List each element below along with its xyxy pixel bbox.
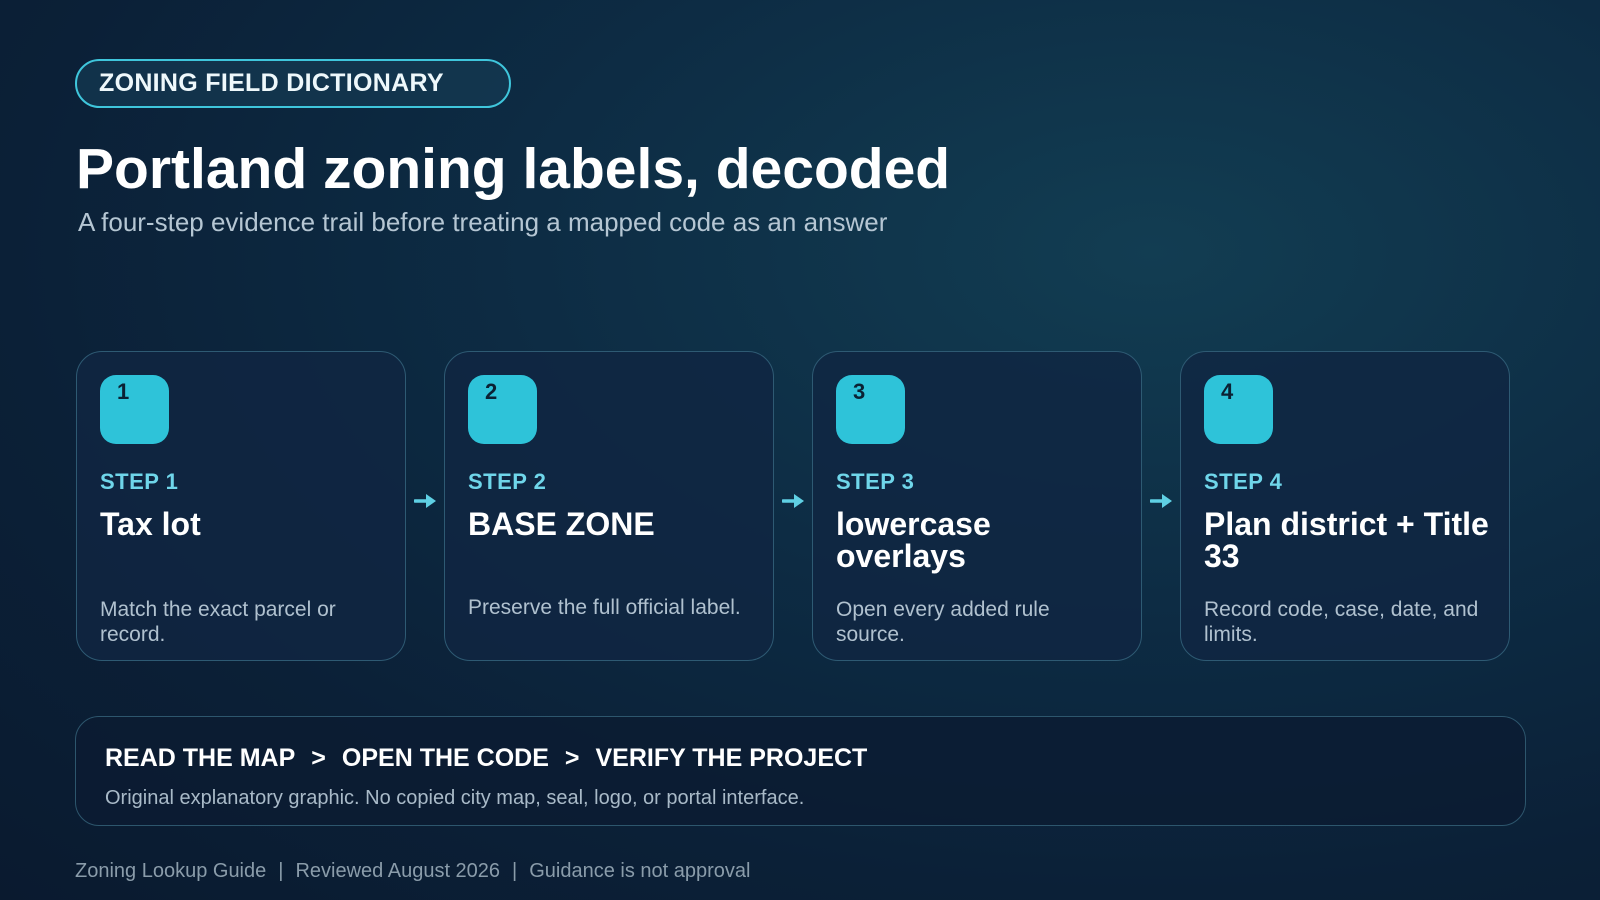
flow-separator: > [311, 744, 326, 772]
page-subtitle: A four-step evidence trail before treati… [78, 207, 888, 237]
page-title: Portland zoning labels, decoded [76, 137, 951, 201]
flow-item-open-code: OPEN THE CODE [341, 744, 549, 772]
footer: Zoning Lookup Guide | Reviewed August 2026… [75, 860, 751, 883]
flow-item-verify-project: VERIFY THE PROJECT [595, 744, 868, 772]
step-card-4: 4 STEP 4 Plan district + Title 33 Record… [1180, 351, 1510, 661]
arrow-right-icon [414, 494, 436, 508]
step-number: 4 [1221, 379, 1234, 404]
step-description: Open every added rule source. [836, 598, 1050, 646]
step-label: STEP 2 [468, 469, 547, 494]
step-card-2: 2 STEP 2 BASE ZONE Preserve the full off… [444, 351, 774, 661]
footer-reviewed-date: Reviewed August 2026 [295, 860, 501, 882]
section-pill: ZONING FIELD DICTIONARY [75, 59, 511, 108]
step-title: lowercase overlays [836, 506, 991, 574]
footer-guide-name: Zoning Lookup Guide [75, 860, 267, 882]
step-title: Plan district + Title 33 [1204, 506, 1489, 574]
flow-separator: > [564, 744, 580, 772]
step-title: BASE ZONE [468, 506, 655, 542]
step-label: STEP 3 [836, 469, 915, 494]
footer-disclaimer: Guidance is not approval [529, 860, 751, 882]
step-badge: 4 [1204, 375, 1273, 444]
step-card-1: 1 STEP 1 Tax lot Match the exact parcel … [76, 351, 406, 661]
step-number: 1 [117, 379, 130, 404]
step-description: Preserve the full official label. [468, 596, 741, 619]
step-badge: 1 [100, 375, 169, 444]
flow-line: READ THE MAP > OPEN THE CODE > VERIFY THE PR… [105, 744, 867, 773]
arrow-right-icon [1150, 494, 1172, 508]
pill-label: ZONING FIELD DICTIONARY [99, 69, 444, 97]
step-number: 3 [853, 379, 866, 404]
flow-summary-box: READ THE MAP > OPEN THE CODE > VERIFY THE PR… [75, 716, 1526, 826]
arrow-right-icon [782, 494, 804, 508]
step-description: Match the exact parcel or record. [100, 598, 336, 646]
step-card-3: 3 STEP 3 lowercase overlays Open every a… [812, 351, 1142, 661]
step-title: Tax lot [100, 506, 201, 542]
step-number: 2 [485, 379, 498, 404]
flow-item-read-map: READ THE MAP [105, 744, 296, 772]
step-description: Record code, case, date, and limits. [1204, 598, 1479, 646]
step-badge: 2 [468, 375, 537, 444]
flow-note: Original explanatory graphic. No copied … [105, 787, 805, 809]
step-label: STEP 4 [1204, 469, 1283, 494]
step-label: STEP 1 [100, 469, 179, 494]
step-badge: 3 [836, 375, 905, 444]
footer-separator: | [512, 860, 518, 882]
footer-separator: | [278, 860, 284, 882]
